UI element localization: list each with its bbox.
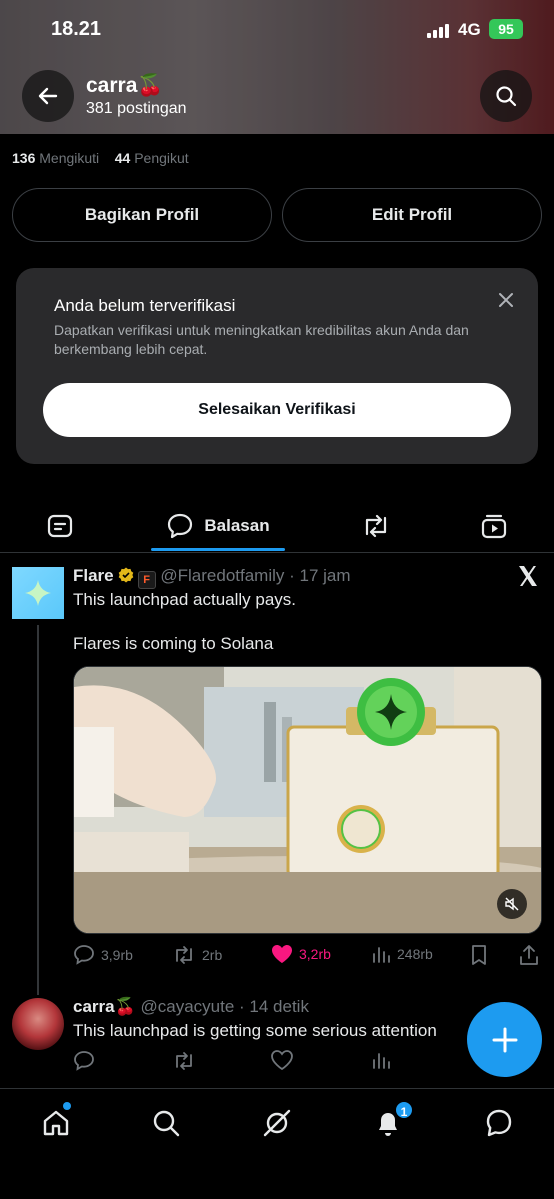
verification-card: Anda belum terverifikasi Dapatkan verifi…: [16, 268, 538, 464]
affiliate-logo-icon: F: [137, 571, 156, 589]
notifications-badge: 1: [394, 1100, 414, 1120]
x-logo-icon: [519, 566, 537, 586]
speaker-muted-icon: [505, 897, 519, 911]
nav-home[interactable]: [38, 1105, 74, 1141]
reply-button[interactable]: [73, 1050, 95, 1072]
follow-stats: 136 Mengikuti 44 Pengikut: [12, 150, 189, 166]
verification-description: Dapatkan verifikasi untuk meningkatkan k…: [54, 322, 469, 357]
back-button[interactable]: [22, 70, 74, 122]
avatar[interactable]: [12, 567, 64, 619]
network-type: 4G: [458, 20, 481, 39]
like-button[interactable]: 3,2rb: [271, 944, 331, 964]
reply-icon: [74, 945, 94, 965]
bookmark-button[interactable]: [469, 944, 489, 966]
active-tab-indicator: [151, 548, 285, 551]
repost-icon: [176, 946, 192, 964]
chat-bubble-icon: [486, 1109, 512, 1137]
heart-icon: [271, 1050, 293, 1070]
views-button[interactable]: 248rb: [371, 944, 433, 964]
verification-title: Anda belum terverifikasi: [54, 296, 236, 315]
home-notification-dot: [63, 1102, 71, 1110]
post-list-icon: [47, 514, 73, 537]
search-icon: [496, 86, 517, 107]
nav-grok[interactable]: [259, 1105, 295, 1141]
author-handle-time: @Flaredotfamily · 17 jam: [160, 566, 351, 585]
repost-button[interactable]: 2rb: [172, 944, 222, 966]
share-button[interactable]: [518, 944, 540, 966]
repost-icon: [365, 514, 387, 537]
views-count: 248rb: [397, 946, 433, 962]
reply-header: carra🍒 @cayacyute · 14 detik: [73, 997, 309, 1017]
profile-tabs: Balasan: [0, 498, 554, 553]
thread-line: [37, 625, 39, 995]
reply-author-name[interactable]: carra🍒: [73, 997, 136, 1016]
tab-replies[interactable]: Balasan: [151, 498, 285, 553]
like-button[interactable]: [271, 1050, 293, 1070]
author-name[interactable]: Flare: [73, 566, 114, 585]
grok-icon: [263, 1109, 291, 1137]
post-media[interactable]: [73, 666, 542, 934]
reply-icon: [74, 1051, 94, 1071]
views-chart-icon: [373, 1053, 390, 1069]
status-bar: 18.21 4G 95: [0, 18, 554, 44]
avatar[interactable]: [12, 998, 64, 1050]
tab-videos[interactable]: [464, 498, 524, 553]
signal-icon: [427, 24, 451, 38]
reply-handle-time: @cayacyute · 14 detik: [140, 997, 309, 1016]
bookmark-icon: [472, 945, 486, 965]
nav-messages[interactable]: [481, 1105, 517, 1141]
arrow-left-icon: [38, 87, 58, 105]
following-label[interactable]: Mengikuti: [39, 150, 99, 166]
following-count[interactable]: 136: [12, 150, 35, 166]
tab-reposts[interactable]: [346, 498, 406, 553]
post-actions: 3,9rb 2rb 3,2rb 248rb: [73, 944, 543, 968]
media-illustration: [74, 667, 541, 933]
share-icon: [520, 945, 538, 965]
compose-button[interactable]: [467, 1002, 542, 1077]
repost-count: 2rb: [202, 947, 223, 963]
followers-count[interactable]: 44: [115, 150, 131, 166]
plus-icon: [492, 1027, 517, 1052]
share-profile-button[interactable]: Bagikan Profil: [12, 188, 272, 242]
reply-text: This launchpad is getting some serious a…: [73, 1021, 437, 1040]
close-icon[interactable]: [496, 290, 516, 310]
video-icon: [481, 514, 507, 538]
edit-profile-button[interactable]: Edit Profil: [282, 188, 542, 242]
repost-button[interactable]: [172, 1050, 196, 1072]
profile-name: carra🍒: [86, 74, 164, 97]
verified-badge-icon: [118, 567, 133, 583]
heart-filled-icon: [272, 945, 292, 963]
post-text-line-1: This launchpad actually pays.: [73, 590, 297, 609]
views-button[interactable]: [371, 1050, 391, 1070]
bottom-navigation: 1: [0, 1088, 554, 1199]
followers-label[interactable]: Pengikut: [134, 150, 188, 166]
post-text-line-2: Flares is coming to Solana: [73, 634, 274, 653]
status-time: 18.21: [51, 18, 102, 40]
search-button[interactable]: [480, 70, 532, 122]
repost-icon: [176, 1052, 192, 1070]
battery-icon: 95: [489, 19, 523, 39]
search-icon: [153, 1110, 180, 1137]
like-count: 3,2rb: [299, 946, 331, 962]
complete-verification-button[interactable]: Selesaikan Verifikasi: [43, 383, 511, 437]
views-chart-icon: [373, 947, 390, 963]
mute-button[interactable]: [497, 889, 527, 919]
reply-count: 3,9rb: [101, 947, 133, 963]
post-header: Flare F @Flaredotfamily · 17 jam: [73, 566, 351, 589]
sparkle-icon: [25, 580, 51, 606]
home-icon: [43, 1110, 69, 1136]
tab-replies-label: Balasan: [204, 515, 270, 535]
nav-search[interactable]: [148, 1105, 184, 1141]
post-count: 381 postingan: [86, 100, 187, 117]
tab-posts[interactable]: [30, 498, 90, 553]
reply-button[interactable]: 3,9rb: [73, 944, 133, 966]
reply-bubble-icon: [168, 513, 193, 538]
